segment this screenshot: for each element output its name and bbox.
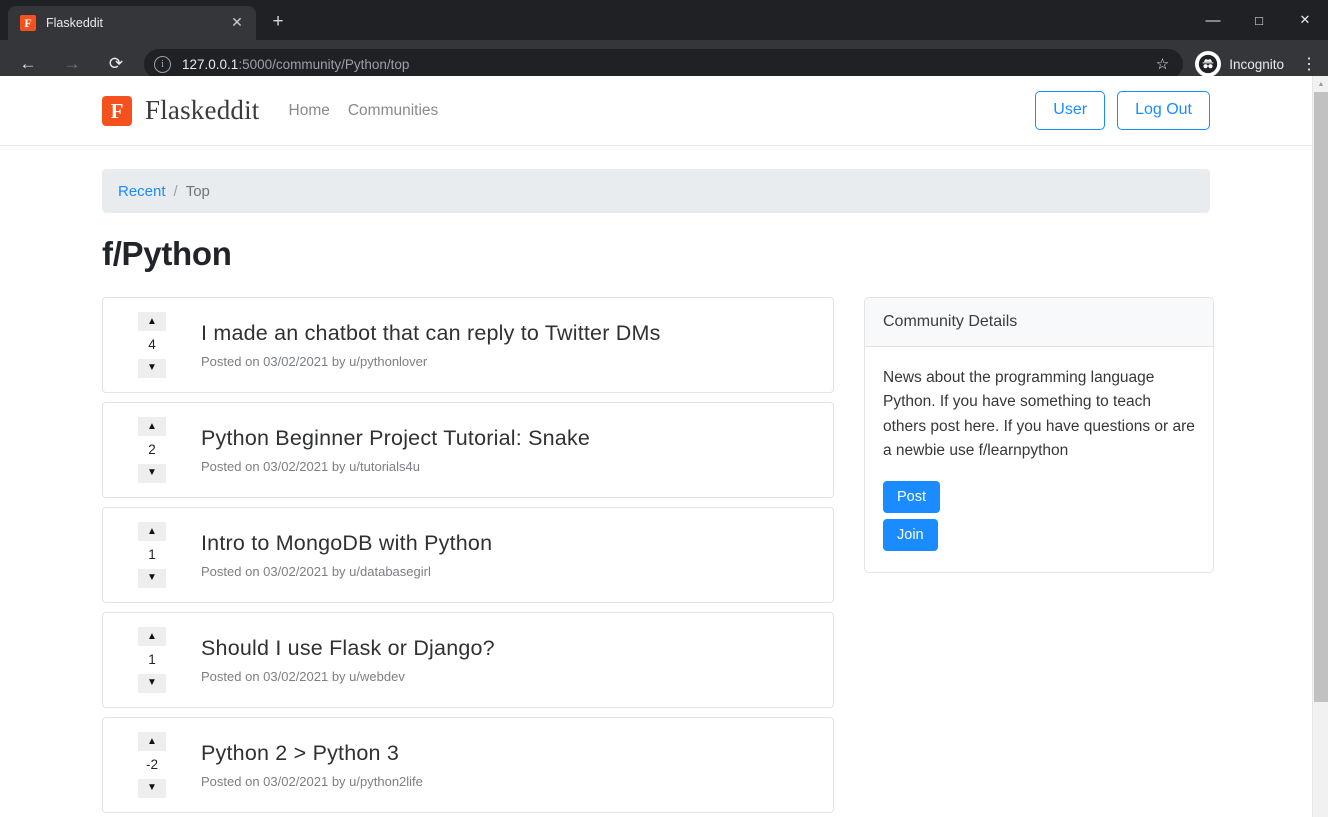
upvote-button[interactable]: ▲ (138, 417, 166, 436)
vote-controls: ▲ 1 ▼ (103, 508, 201, 602)
account-buttons: User Log Out (1035, 91, 1210, 129)
vote-controls: ▲ 1 ▼ (103, 613, 201, 707)
upvote-button[interactable]: ▲ (138, 627, 166, 646)
post-card[interactable]: ▲ -2 ▼ Python 2 > Python 3 Posted on 03/… (102, 717, 834, 813)
close-window-button[interactable]: ✕ (1282, 0, 1328, 40)
window-controls: — □ ✕ (1190, 0, 1328, 40)
user-button[interactable]: User (1035, 91, 1105, 129)
post-card[interactable]: ▲ 1 ▼ Should I use Flask or Django? Post… (102, 612, 834, 708)
brand[interactable]: F Flaskeddit (102, 95, 260, 126)
breadcrumb-separator: / (174, 183, 178, 200)
tab-strip: F Flaskeddit ✕ + — □ ✕ (0, 0, 1328, 40)
vote-count: 4 (148, 338, 156, 352)
nav-link-home[interactable]: Home (289, 102, 330, 120)
post-meta: Posted on 03/02/2021 by u/webdev (201, 669, 833, 684)
post-card[interactable]: ▲ 1 ▼ Intro to MongoDB with Python Poste… (102, 507, 834, 603)
downvote-button[interactable]: ▼ (138, 674, 166, 693)
community-actions: Post Join (883, 481, 1195, 551)
scrollbar-thumb[interactable] (1314, 92, 1328, 702)
post-meta: Posted on 03/02/2021 by u/python2life (201, 774, 833, 789)
bookmark-star-icon[interactable]: ☆ (1148, 55, 1177, 73)
breadcrumb-item-recent[interactable]: Recent (118, 183, 166, 200)
post-title[interactable]: Python 2 > Python 3 (201, 741, 833, 766)
page-content: Recent / Top f/Python ▲ 4 ▼ (0, 169, 1312, 817)
community-details-header: Community Details (865, 298, 1213, 347)
post-meta: Posted on 03/02/2021 by u/databasegirl (201, 564, 833, 579)
sidebar: Community Details News about the program… (864, 297, 1214, 817)
flaskeddit-logo-icon: F (102, 96, 132, 126)
post-body: Should I use Flask or Django? Posted on … (201, 613, 833, 707)
post-body: Intro to MongoDB with Python Posted on 0… (201, 508, 833, 602)
incognito-label: Incognito (1229, 57, 1284, 72)
maximize-button[interactable]: □ (1236, 0, 1282, 40)
vote-count: 2 (148, 443, 156, 457)
post-meta: Posted on 03/02/2021 by u/tutorials4u (201, 459, 833, 474)
address-bar[interactable]: i 127.0.0.1:5000/community/Python/top ☆ (144, 49, 1183, 79)
community-details-card: Community Details News about the program… (864, 297, 1214, 573)
post-title[interactable]: Python Beginner Project Tutorial: Snake (201, 426, 833, 451)
upvote-button[interactable]: ▲ (138, 522, 166, 541)
page-scrollbar[interactable]: ▲ (1312, 76, 1328, 817)
page-title: f/Python (102, 235, 1210, 273)
post-list: ▲ 4 ▼ I made an chatbot that can reply t… (102, 297, 834, 817)
post-title[interactable]: I made an chatbot that can reply to Twit… (201, 321, 833, 346)
downvote-button[interactable]: ▼ (138, 359, 166, 378)
new-tab-button[interactable]: + (264, 9, 292, 37)
tab-title: Flaskeddit (46, 16, 228, 30)
incognito-icon (1195, 51, 1221, 77)
log-out-button[interactable]: Log Out (1117, 91, 1210, 129)
community-description: News about the programming language Pyth… (883, 366, 1195, 464)
incognito-profile-button[interactable]: Incognito (1191, 49, 1296, 79)
scrollbar-up-arrow-icon[interactable]: ▲ (1313, 76, 1328, 92)
url-path: :5000/community/Python/top (238, 57, 409, 72)
vote-count: -2 (146, 758, 158, 772)
post-body: I made an chatbot that can reply to Twit… (201, 298, 833, 392)
breadcrumb: Recent / Top (102, 169, 1210, 213)
post-card[interactable]: ▲ 4 ▼ I made an chatbot that can reply t… (102, 297, 834, 393)
vote-controls: ▲ 2 ▼ (103, 403, 201, 497)
site-nav-links: Home Communities (289, 102, 457, 120)
community-details-body: News about the programming language Pyth… (865, 347, 1213, 572)
downvote-button[interactable]: ▼ (138, 464, 166, 483)
brand-name: Flaskeddit (145, 95, 260, 126)
browser-window: F Flaskeddit ✕ + — □ ✕ ← → ⟳ i 127.0.0.1… (0, 0, 1328, 817)
post-body: Python 2 > Python 3 Posted on 03/02/2021… (201, 718, 833, 812)
downvote-button[interactable]: ▼ (138, 779, 166, 798)
tab-close-icon[interactable]: ✕ (228, 14, 246, 32)
nav-link-communities[interactable]: Communities (348, 102, 438, 120)
address-bar-url: 127.0.0.1:5000/community/Python/top (182, 57, 1148, 72)
vote-controls: ▲ 4 ▼ (103, 298, 201, 392)
tab-favicon-icon: F (20, 15, 36, 31)
site-navbar: F Flaskeddit Home Communities User Log O… (0, 76, 1312, 146)
minimize-button[interactable]: — (1190, 0, 1236, 40)
vote-count: 1 (148, 653, 156, 667)
join-button[interactable]: Join (883, 519, 938, 551)
upvote-button[interactable]: ▲ (138, 312, 166, 331)
post-title[interactable]: Intro to MongoDB with Python (201, 531, 833, 556)
page-viewport: F Flaskeddit Home Communities User Log O… (0, 76, 1328, 817)
upvote-button[interactable]: ▲ (138, 732, 166, 751)
downvote-button[interactable]: ▼ (138, 569, 166, 588)
breadcrumb-item-top: Top (186, 183, 210, 200)
vote-count: 1 (148, 548, 156, 562)
vote-controls: ▲ -2 ▼ (103, 718, 201, 812)
web-page: F Flaskeddit Home Communities User Log O… (0, 76, 1312, 817)
site-info-icon[interactable]: i (154, 56, 171, 73)
browser-menu-icon[interactable]: ⋮ (1296, 54, 1322, 74)
post-card[interactable]: ▲ 2 ▼ Python Beginner Project Tutorial: … (102, 402, 834, 498)
main-layout: ▲ 4 ▼ I made an chatbot that can reply t… (102, 297, 1210, 817)
browser-tab[interactable]: F Flaskeddit ✕ (8, 6, 256, 40)
post-meta: Posted on 03/02/2021 by u/pythonlover (201, 354, 833, 369)
post-body: Python Beginner Project Tutorial: Snake … (201, 403, 833, 497)
post-title[interactable]: Should I use Flask or Django? (201, 636, 833, 661)
post-button[interactable]: Post (883, 481, 940, 513)
url-host: 127.0.0.1 (182, 57, 238, 72)
